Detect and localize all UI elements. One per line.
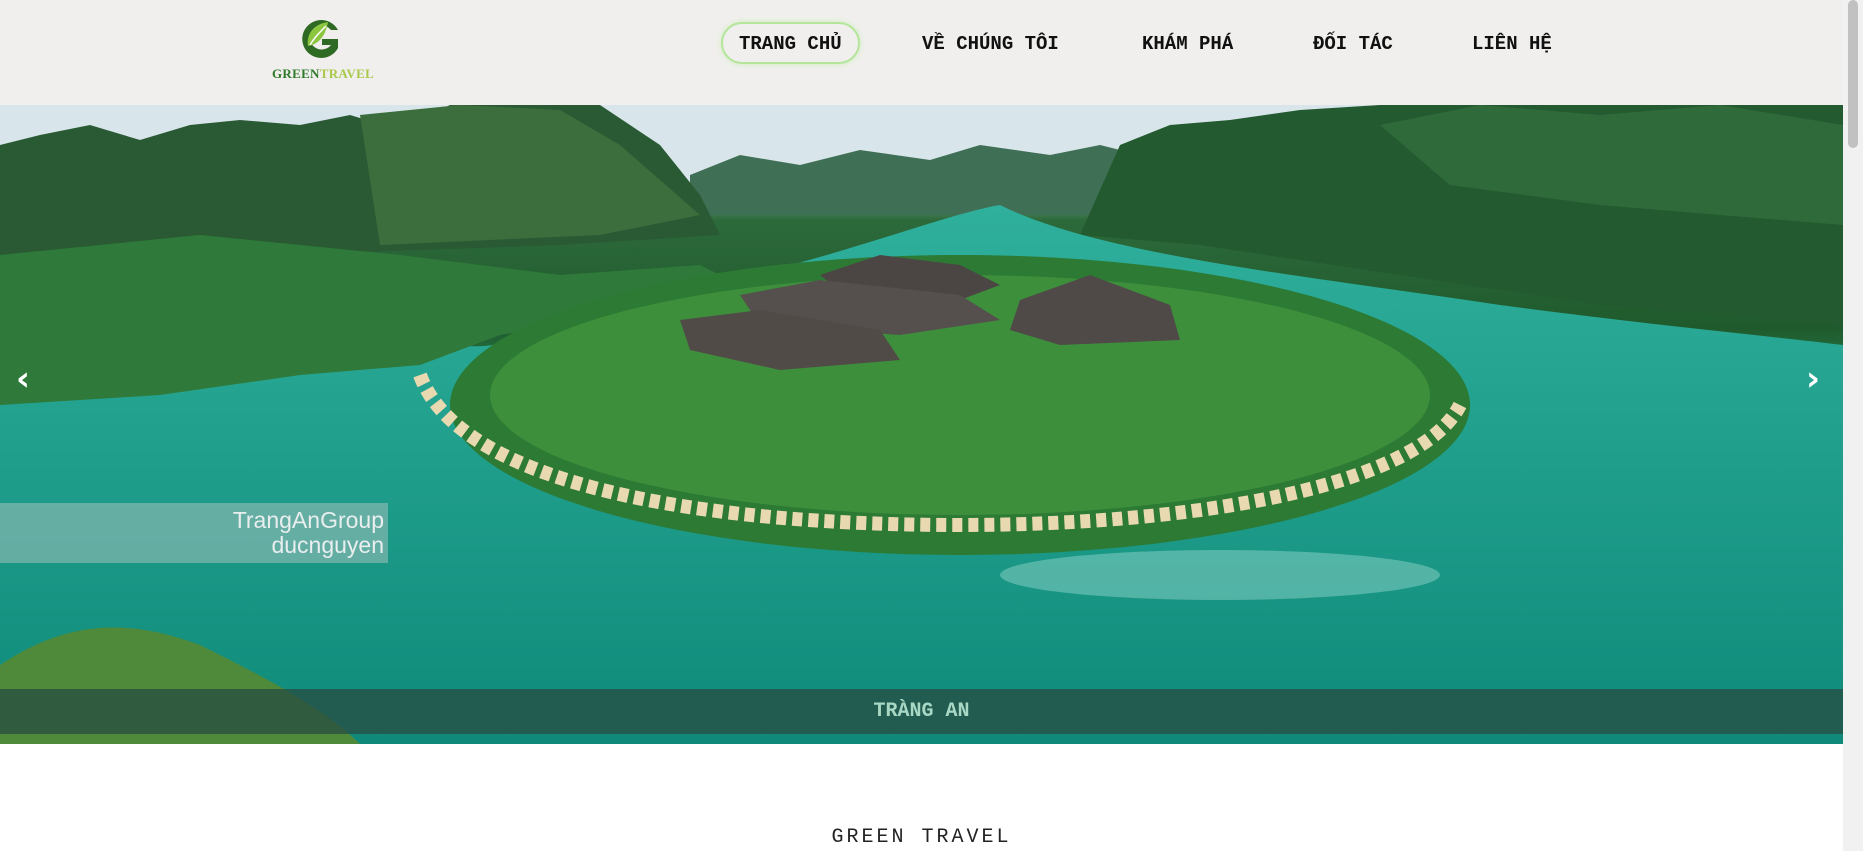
nav-about[interactable]: VỀ CHÚNG TÔI	[922, 22, 1059, 64]
green-leaf-g-icon	[302, 20, 338, 59]
site-header: GREENTRAVEL TRANG CHỦ VỀ CHÚNG TÔI KHÁM …	[0, 0, 1843, 105]
scrollbar-thumb[interactable]	[1848, 0, 1858, 148]
site-logo[interactable]: GREENTRAVEL	[272, 16, 374, 82]
nav-partners[interactable]: ĐỐI TÁC	[1313, 22, 1393, 64]
slide-caption-bar: TRÀNG AN	[0, 689, 1843, 734]
page-scrollbar[interactable]	[1843, 0, 1863, 851]
image-watermark: TrangAnGroup ducnguyen	[0, 503, 388, 563]
slide-caption: TRÀNG AN	[873, 700, 970, 723]
nav-home[interactable]: TRANG CHỦ	[721, 22, 860, 64]
hero-carousel: TrangAnGroup ducnguyen ‹ › TRÀNG AN	[0, 105, 1843, 744]
nav-explore[interactable]: KHÁM PHÁ	[1142, 22, 1233, 64]
carousel-next-icon[interactable]: ›	[1806, 359, 1820, 399]
hero-landscape-image	[0, 105, 1843, 744]
nav-contact[interactable]: LIÊN HỆ	[1472, 22, 1552, 64]
section-title: GREEN TRAVEL	[831, 826, 1012, 849]
logo-wordmark: GREENTRAVEL	[272, 66, 375, 81]
carousel-prev-icon[interactable]: ‹	[16, 359, 30, 399]
